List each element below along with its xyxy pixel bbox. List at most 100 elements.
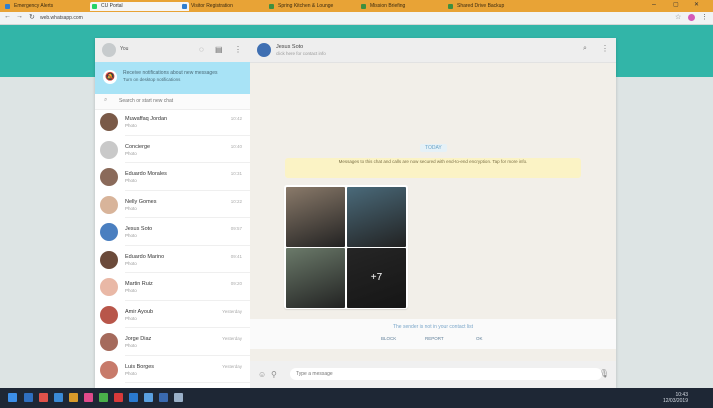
divider — [125, 354, 250, 356]
chat-time: Yesterday — [222, 336, 242, 341]
profile-avatar[interactable] — [688, 14, 695, 21]
taskbar-app-icon[interactable] — [144, 393, 153, 402]
divider — [125, 299, 250, 301]
taskbar-app-icon[interactable] — [24, 393, 33, 402]
status-icon[interactable]: ◌ — [199, 45, 204, 55]
bookmark-star-icon[interactable]: ☆ — [675, 13, 681, 21]
taskbar-app-icon[interactable] — [84, 393, 93, 402]
taskbar-app-icon[interactable] — [39, 393, 48, 402]
notification-link[interactable]: Turn on desktop notifications — [123, 77, 245, 83]
more-photos-count[interactable]: +7 — [347, 248, 406, 308]
contact-name: Jesus Soto — [276, 44, 304, 50]
chat-time: Yesterday — [222, 363, 242, 369]
conversation-header[interactable]: Jesus Soto click here for contact info ⌕… — [250, 38, 616, 63]
block-button[interactable]: BLOCK — [381, 336, 396, 341]
chat-list-item[interactable]: Luis Borges Photo Yesterday — [95, 357, 250, 383]
url-field[interactable]: web.whatsapp.com — [40, 14, 560, 22]
tab-favicon-icon — [182, 4, 187, 9]
ok-button[interactable]: OK — [476, 336, 483, 341]
search-input[interactable] — [119, 97, 239, 105]
tab-favicon-icon — [448, 4, 453, 9]
chat-list-item[interactable]: Amir Ayoub Photo Yesterday — [95, 302, 250, 328]
taskbar-app-icon[interactable] — [69, 393, 78, 402]
taskbar-app-icon[interactable] — [54, 393, 63, 402]
taskbar-app-icon[interactable] — [159, 393, 168, 402]
taskbar-clock[interactable]: 10:43 12/03/2019 — [663, 392, 688, 404]
chat-preview: Photo — [125, 315, 137, 321]
browser-menu-icon[interactable]: ⋮ — [701, 13, 708, 21]
album-photo[interactable] — [286, 187, 345, 247]
contact-avatar — [100, 195, 118, 214]
photo-album-message[interactable]: +7 — [284, 185, 408, 309]
contact-avatar — [100, 333, 118, 351]
divider — [125, 162, 250, 163]
chat-time: 10:22 — [230, 198, 242, 204]
search-icon: ⌕ — [104, 97, 108, 103]
contact-avatar — [100, 360, 118, 379]
chat-list-item[interactable]: Nelly Gomes Photo 10:22 — [95, 192, 250, 218]
browser-tab[interactable]: Emergency Alerts — [3, 2, 99, 11]
tab-favicon-icon — [269, 4, 274, 9]
message-input[interactable] — [290, 368, 602, 380]
album-photo[interactable] — [286, 248, 345, 308]
unknown-contact-panel: The sender is not in your contact list B… — [250, 319, 616, 349]
chat-time: 10:31 — [230, 171, 242, 176]
divider — [125, 217, 250, 218]
notification-banner[interactable]: 🔕 Receive notifications about new messag… — [95, 62, 250, 94]
chat-preview: Photo — [125, 288, 137, 293]
chat-preview: Photo — [125, 123, 137, 128]
chat-list-item[interactable]: Eduardo Marino Photo 09:41 — [95, 247, 250, 273]
chat-name: Muwaffaq Jordan — [125, 116, 168, 122]
menu-icon[interactable]: ⋮ — [601, 44, 609, 53]
browser-tab[interactable]: Spring Kitchen & Lounge — [267, 2, 368, 11]
chat-name: Eduardo Marino — [125, 253, 165, 260]
chat-time: 09:41 — [230, 253, 242, 259]
browser-tab[interactable]: Shared Drive Backup — [446, 2, 552, 11]
album-photo[interactable] — [347, 187, 406, 247]
chat-list-item[interactable]: Concierge Photo 10:40 — [95, 137, 250, 163]
attach-icon[interactable]: ⚲ — [271, 370, 277, 379]
encryption-notice[interactable]: Messages to this chat and calls are now … — [285, 158, 581, 178]
emoji-icon[interactable]: ☺ — [258, 370, 266, 379]
minimize-icon[interactable]: – — [652, 1, 656, 8]
new-chat-icon[interactable]: ▤ — [215, 45, 223, 55]
contact-subtitle: click here for contact info — [276, 51, 326, 56]
taskbar-app-icon[interactable] — [114, 393, 123, 402]
chat-name: Jesus Soto — [125, 226, 153, 232]
back-icon[interactable]: ← — [4, 13, 11, 20]
contact-avatar — [100, 278, 118, 296]
contact-avatar[interactable] — [257, 43, 271, 57]
browser-tab[interactable]: Mission Briefing — [359, 2, 455, 11]
forward-icon[interactable]: → — [16, 13, 23, 20]
microphone-icon[interactable]: 🎙 — [599, 369, 609, 378]
chat-list-item[interactable]: Eduardo Morales Photo 10:31 — [95, 164, 250, 191]
menu-icon[interactable]: ⋮ — [234, 45, 242, 55]
chat-list-item[interactable]: Jorge Diaz Photo Yesterday — [95, 329, 250, 356]
my-avatar[interactable] — [102, 43, 116, 57]
chat-preview: Photo — [125, 150, 137, 156]
my-name: You — [120, 46, 129, 52]
tab-favicon-icon — [361, 4, 366, 9]
browser-tab[interactable]: Visitor Registration — [180, 2, 276, 11]
album-photo[interactable]: +7 — [347, 248, 406, 308]
start-icon[interactable] — [8, 393, 17, 402]
tab-favicon-icon — [92, 4, 97, 9]
chat-list-item[interactable]: Muwaffaq Jordan Photo 10:42 — [95, 109, 250, 136]
taskbar-app-icon[interactable] — [99, 393, 108, 402]
chat-list-item[interactable]: Martin Ruiz Photo 09:20 — [95, 274, 250, 301]
taskbar-app-icon[interactable] — [174, 393, 183, 402]
search-icon[interactable]: ⌕ — [583, 45, 587, 53]
taskbar-app-icon[interactable] — [129, 393, 138, 402]
reload-icon[interactable]: ↻ — [29, 13, 35, 21]
report-button[interactable]: REPORT — [425, 336, 444, 341]
chat-list-item[interactable]: Jesus Soto Photo 09:57 — [95, 219, 250, 246]
contact-avatar — [100, 113, 118, 131]
maximize-icon[interactable]: ▢ — [673, 1, 679, 8]
os-taskbar: 10:43 12/03/2019 — [0, 388, 713, 408]
chat-time: 10:40 — [230, 143, 242, 149]
chat-time: 10:42 — [230, 116, 242, 121]
browser-tab-active[interactable]: CU Portal✕ — [90, 2, 189, 11]
unknown-contact-text: The sender is not in your contact list — [392, 324, 474, 330]
divider — [125, 382, 250, 383]
window-close-icon[interactable]: ✕ — [694, 1, 699, 8]
